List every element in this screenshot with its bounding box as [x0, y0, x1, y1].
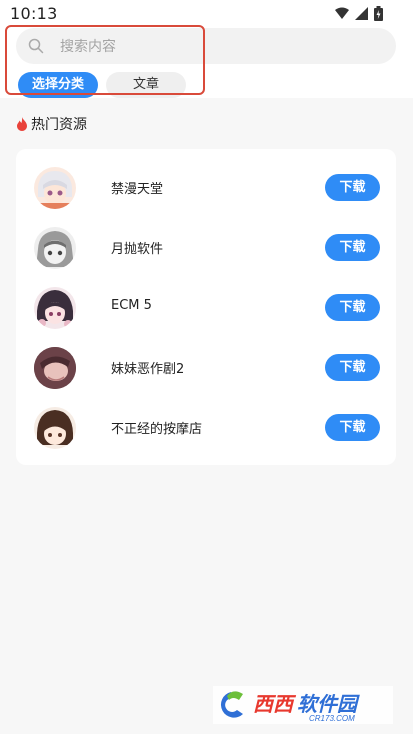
- status-bar: 10:13: [0, 0, 413, 28]
- app-avatar: [34, 287, 76, 329]
- list-item[interactable]: 妹妹恶作剧2 下载: [16, 338, 396, 398]
- download-button[interactable]: 下载: [325, 354, 380, 381]
- header: 搜索内容 选择分类 文章: [0, 28, 413, 98]
- resource-title: 妹妹恶作剧2: [111, 362, 185, 377]
- wifi-icon: [335, 7, 349, 19]
- svg-text:CR173.COM: CR173.COM: [309, 714, 355, 723]
- search-placeholder: 搜索内容: [60, 39, 116, 55]
- download-button[interactable]: 下载: [325, 414, 380, 441]
- resource-title: 不正经的按摩店: [111, 422, 203, 437]
- status-icons: [335, 6, 383, 21]
- tab-select-category[interactable]: 选择分类: [18, 72, 98, 98]
- app-avatar: [34, 347, 76, 389]
- resource-title: 禁漫天堂: [111, 182, 164, 197]
- app-avatar: [34, 407, 76, 449]
- list-item[interactable]: 不正经的按摩店 下载: [16, 398, 396, 458]
- resource-title: ECM 5: [111, 298, 152, 313]
- search-input[interactable]: 搜索内容: [16, 28, 396, 64]
- section-title: 热门资源: [31, 117, 87, 133]
- list-item[interactable]: 禁漫天堂 下载: [16, 158, 396, 218]
- svg-text:西西: 西西: [253, 694, 297, 716]
- flame-icon: [17, 117, 27, 131]
- watermark-logo: 西西 软件园 CR173.COM: [213, 686, 393, 724]
- download-button[interactable]: 下载: [325, 294, 380, 321]
- app-avatar: [34, 167, 76, 209]
- list-item[interactable]: 月抛软件 下载: [16, 218, 396, 278]
- app-screen: 10:13 搜索内容 选择分类 文章 热门资源 禁漫天堂 下载 月抛软件 下载 …: [0, 0, 413, 734]
- status-time: 10:13: [10, 4, 58, 23]
- download-button[interactable]: 下载: [325, 234, 380, 261]
- section-header: 热门资源: [16, 114, 87, 134]
- battery-icon: [374, 6, 383, 21]
- resource-title: 月抛软件: [111, 242, 164, 257]
- tab-articles[interactable]: 文章: [106, 72, 186, 98]
- app-avatar: [34, 227, 76, 269]
- download-button[interactable]: 下载: [325, 174, 380, 201]
- svg-text:软件园: 软件园: [297, 693, 360, 716]
- cell-signal-icon: [355, 7, 368, 20]
- list-item[interactable]: ECM 5 下载: [16, 278, 396, 338]
- resource-list: 禁漫天堂 下载 月抛软件 下载 ECM 5 下载 妹妹恶作剧2 下载 不正经的按…: [16, 149, 396, 465]
- search-icon: [28, 38, 44, 54]
